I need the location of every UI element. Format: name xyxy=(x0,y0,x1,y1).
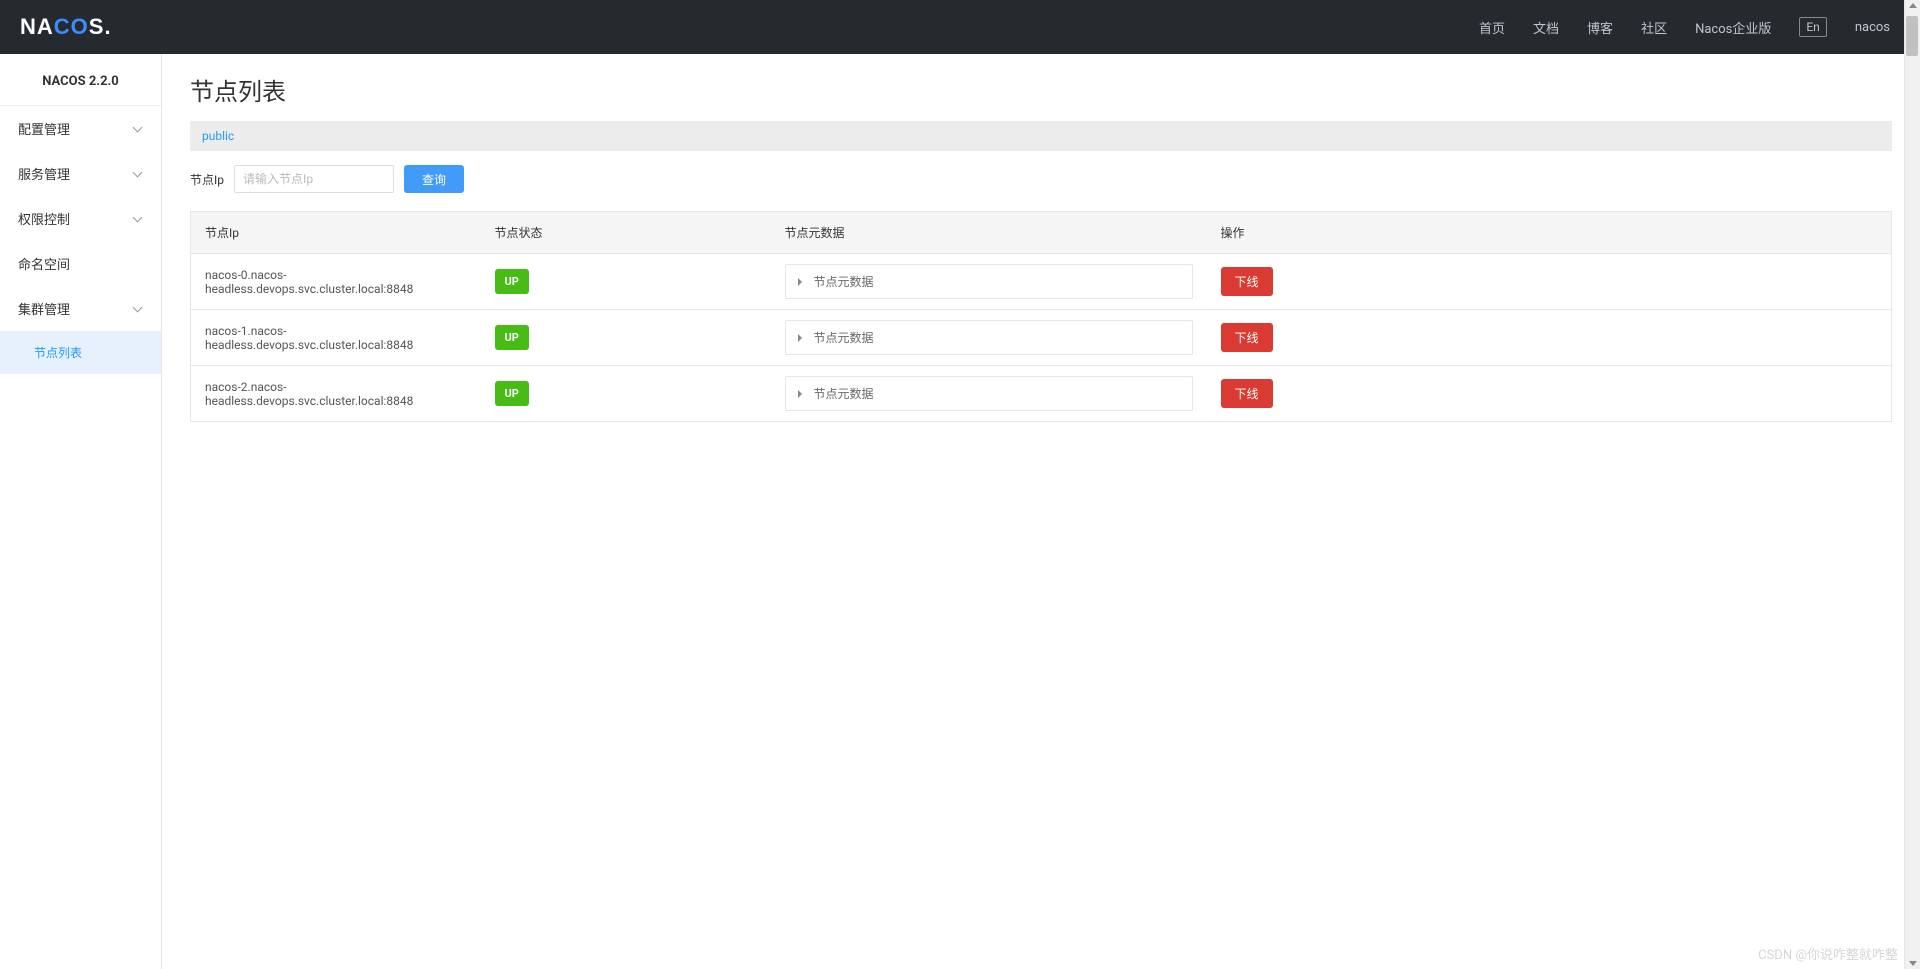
caret-right-icon xyxy=(798,334,802,342)
scrollbar-track[interactable] xyxy=(1904,0,1920,969)
top-header: NACOS. 首页 文档 博客 社区 Nacos企业版 En nacos xyxy=(0,0,1920,54)
search-row: 节点Ip 查询 xyxy=(190,165,1892,193)
node-table: 节点Ip 节点状态 节点元数据 操作 nacos-0.nacos-headles… xyxy=(190,211,1892,422)
cell-ip: nacos-0.nacos-headless.devops.svc.cluste… xyxy=(191,254,481,310)
sidebar-item-config[interactable]: 配置管理 xyxy=(0,106,161,151)
version-label: NACOS 2.2.0 xyxy=(0,54,161,106)
th-action: 操作 xyxy=(1207,212,1892,254)
scroll-up-icon xyxy=(1909,3,1917,8)
sidebar-item-label: 权限控制 xyxy=(18,209,70,228)
th-ip: 节点Ip xyxy=(191,212,481,254)
cell-action: 下线 xyxy=(1207,310,1892,366)
namespace-bar: public xyxy=(190,121,1892,151)
status-badge-up: UP xyxy=(495,269,529,294)
sidebar: NACOS 2.2.0 配置管理 服务管理 权限控制 命名空间 集群管理 节点列… xyxy=(0,54,162,969)
sidebar-item-namespace[interactable]: 命名空间 xyxy=(0,241,161,286)
nav-docs[interactable]: 文档 xyxy=(1533,18,1559,37)
offline-button[interactable]: 下线 xyxy=(1221,323,1273,352)
th-status: 节点状态 xyxy=(481,212,771,254)
cell-status: UP xyxy=(481,254,771,310)
logo[interactable]: NACOS. xyxy=(20,14,112,40)
nav-enterprise[interactable]: Nacos企业版 xyxy=(1695,18,1771,37)
cell-ip: nacos-2.nacos-headless.devops.svc.cluste… xyxy=(191,366,481,422)
logo-text: NACOS. xyxy=(20,14,112,40)
metadata-expand[interactable]: 节点元数据 xyxy=(785,320,1193,355)
nav-user[interactable]: nacos xyxy=(1855,20,1890,35)
chevron-down-icon xyxy=(133,124,143,134)
scroll-down-icon xyxy=(1909,961,1917,966)
offline-button[interactable]: 下线 xyxy=(1221,267,1273,296)
sidebar-item-label: 配置管理 xyxy=(18,119,70,138)
cell-meta: 节点元数据 xyxy=(771,310,1207,366)
cell-status: UP xyxy=(481,310,771,366)
nav-home[interactable]: 首页 xyxy=(1479,18,1505,37)
offline-button[interactable]: 下线 xyxy=(1221,379,1273,408)
scrollbar-thumb[interactable] xyxy=(1906,16,1918,56)
sidebar-item-permission[interactable]: 权限控制 xyxy=(0,196,161,241)
metadata-expand[interactable]: 节点元数据 xyxy=(785,264,1193,299)
chevron-down-icon xyxy=(133,304,143,314)
caret-right-icon xyxy=(798,390,802,398)
cell-meta: 节点元数据 xyxy=(771,366,1207,422)
metadata-label: 节点元数据 xyxy=(814,273,874,290)
metadata-label: 节点元数据 xyxy=(814,385,874,402)
search-label: 节点Ip xyxy=(190,171,224,188)
sidebar-item-label: 集群管理 xyxy=(18,299,70,318)
namespace-link-public[interactable]: public xyxy=(202,129,234,143)
node-ip-input[interactable] xyxy=(234,165,394,193)
language-toggle[interactable]: En xyxy=(1799,17,1826,37)
th-meta: 节点元数据 xyxy=(771,212,1207,254)
cell-status: UP xyxy=(481,366,771,422)
nav-community[interactable]: 社区 xyxy=(1641,18,1667,37)
sidebar-item-service[interactable]: 服务管理 xyxy=(0,151,161,196)
status-badge-up: UP xyxy=(495,325,529,350)
top-nav: 首页 文档 博客 社区 Nacos企业版 En nacos xyxy=(1479,17,1900,37)
main-container: NACOS 2.2.0 配置管理 服务管理 权限控制 命名空间 集群管理 节点列… xyxy=(0,54,1920,969)
chevron-down-icon xyxy=(133,214,143,224)
metadata-label: 节点元数据 xyxy=(814,329,874,346)
page-title: 节点列表 xyxy=(190,72,1892,107)
table-row: nacos-0.nacos-headless.devops.svc.cluste… xyxy=(191,254,1892,310)
cell-action: 下线 xyxy=(1207,366,1892,422)
nav-blog[interactable]: 博客 xyxy=(1587,18,1613,37)
metadata-expand[interactable]: 节点元数据 xyxy=(785,376,1193,411)
sidebar-item-cluster[interactable]: 集群管理 xyxy=(0,286,161,331)
caret-right-icon xyxy=(798,278,802,286)
search-button[interactable]: 查询 xyxy=(404,165,464,193)
cell-action: 下线 xyxy=(1207,254,1892,310)
sidebar-item-label: 服务管理 xyxy=(18,164,70,183)
cell-meta: 节点元数据 xyxy=(771,254,1207,310)
status-badge-up: UP xyxy=(495,381,529,406)
sidebar-item-label: 命名空间 xyxy=(18,254,70,273)
table-row: nacos-2.nacos-headless.devops.svc.cluste… xyxy=(191,366,1892,422)
table-row: nacos-1.nacos-headless.devops.svc.cluste… xyxy=(191,310,1892,366)
chevron-down-icon xyxy=(133,169,143,179)
sidebar-subitem-nodelist[interactable]: 节点列表 xyxy=(0,331,161,374)
main-content: 节点列表 public 节点Ip 查询 节点Ip 节点状态 节点元数据 操作 n… xyxy=(162,54,1920,969)
cell-ip: nacos-1.nacos-headless.devops.svc.cluste… xyxy=(191,310,481,366)
